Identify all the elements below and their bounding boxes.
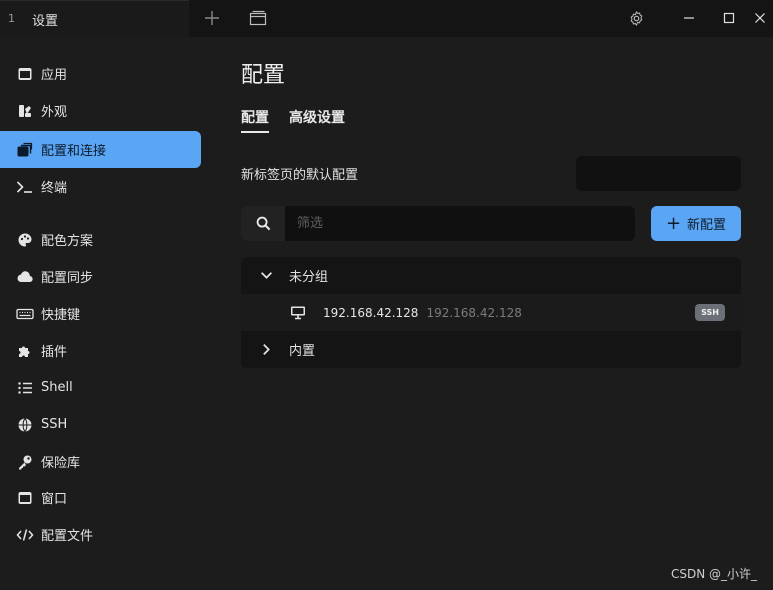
- sidebar-item-label: 保险库: [41, 456, 81, 471]
- sidebar-item-label: 配色方案: [41, 234, 94, 249]
- sidebar-item-shell[interactable]: Shell: [0, 369, 201, 406]
- profile-row[interactable]: 192.168.42.128 192.168.42.128 SSH: [241, 294, 741, 331]
- list-icon: [16, 379, 34, 397]
- sidebar-item-label: 配置文件: [41, 529, 94, 544]
- sidebar-item-label: 快捷键: [41, 308, 81, 323]
- palette-brush-icon: [16, 102, 34, 120]
- sidebar-item-label: 插件: [41, 345, 68, 360]
- window-icon: [16, 65, 34, 83]
- tab-index: 1: [8, 12, 15, 25]
- sidebar-item-label: 配置同步: [41, 271, 94, 286]
- sidebar-item-appearance[interactable]: 外观: [0, 92, 201, 129]
- watermark: CSDN @_小许_: [670, 567, 757, 581]
- sidebar-item-label: 应用: [41, 68, 68, 83]
- tab-advanced-settings[interactable]: 高级设置: [289, 107, 345, 127]
- terminal-icon: [16, 178, 34, 196]
- group-name: 内置: [289, 344, 316, 359]
- sidebar-item-label: 终端: [41, 181, 68, 196]
- code-icon: [16, 526, 34, 544]
- new-tab-icon[interactable]: [202, 8, 222, 28]
- tab-title: 设置: [32, 14, 59, 29]
- puzzle-icon: [16, 342, 34, 360]
- main-content: 配置 配置 高级设置 新标签页的默认配置 + 新配置 未分组 192.168.4…: [208, 37, 773, 590]
- group-row-ungrouped[interactable]: 未分组: [241, 257, 741, 294]
- tab-settings[interactable]: 1 设置: [0, 0, 189, 37]
- new-profile-label: 新配置: [687, 218, 727, 233]
- sidebar: 应用 外观 配置和连接 终端 配色方案 配置同步 快捷键 插件 Shell SS…: [0, 37, 208, 590]
- group-row-builtin[interactable]: 内置: [241, 331, 741, 368]
- profile-groups-list: 未分组 192.168.42.128 192.168.42.128 SSH 内置: [241, 257, 741, 368]
- sidebar-item-label: 外观: [41, 105, 68, 120]
- key-icon: [16, 453, 34, 471]
- profile-host: 192.168.42.128: [426, 305, 522, 320]
- chevron-right-icon: [257, 341, 275, 359]
- sidebar-item-window[interactable]: 窗口: [0, 479, 201, 516]
- page-title: 配置: [241, 63, 286, 88]
- sidebar-item-color-scheme[interactable]: 配色方案: [0, 221, 201, 258]
- tab-profiles[interactable]: 配置: [241, 107, 269, 127]
- sidebar-item-terminal[interactable]: 终端: [0, 168, 201, 205]
- settings-gear-icon[interactable]: [626, 8, 646, 28]
- cloud-icon: [16, 268, 34, 286]
- group-name: 未分组: [289, 270, 329, 285]
- profile-name: 192.168.42.128: [323, 305, 419, 320]
- profiles-icon: [16, 141, 34, 159]
- sidebar-item-label: 配置和连接: [41, 144, 107, 159]
- sidebar-item-config-file[interactable]: 配置文件: [0, 516, 201, 553]
- chevron-down-icon: [257, 267, 275, 285]
- ssh-badge: SSH: [695, 304, 725, 321]
- sidebar-item-hotkeys[interactable]: 快捷键: [0, 295, 201, 332]
- close-icon[interactable]: [750, 8, 770, 28]
- keyboard-icon: [16, 305, 34, 323]
- maximize-icon[interactable]: [719, 8, 739, 28]
- sidebar-item-vault[interactable]: 保险库: [0, 443, 201, 480]
- new-profile-button[interactable]: + 新配置: [651, 206, 741, 241]
- filter-search-box: [241, 206, 635, 241]
- sidebar-item-profiles[interactable]: 配置和连接: [0, 131, 201, 168]
- default-profile-label: 新标签页的默认配置: [241, 168, 359, 183]
- default-profile-select[interactable]: [576, 156, 741, 191]
- active-tab-indicator: [241, 131, 269, 133]
- monitor-icon: [289, 304, 307, 322]
- minimize-icon[interactable]: [679, 8, 699, 28]
- tab-overview-icon[interactable]: [248, 8, 268, 28]
- title-bar: 1 设置: [0, 0, 773, 37]
- search-icon[interactable]: [241, 206, 285, 241]
- sidebar-item-plugins[interactable]: 插件: [0, 332, 201, 369]
- sidebar-item-label: SSH: [41, 417, 68, 432]
- sidebar-item-ssh[interactable]: SSH: [0, 406, 201, 443]
- sidebar-item-config-sync[interactable]: 配置同步: [0, 258, 201, 295]
- palette-icon: [16, 231, 34, 249]
- window-icon: [16, 489, 34, 507]
- sidebar-item-application[interactable]: 应用: [0, 55, 201, 92]
- filter-input[interactable]: [285, 206, 635, 241]
- sidebar-item-label: Shell: [41, 380, 73, 395]
- globe-icon: [16, 416, 34, 434]
- plus-icon: +: [665, 212, 682, 234]
- sidebar-item-label: 窗口: [41, 492, 68, 507]
